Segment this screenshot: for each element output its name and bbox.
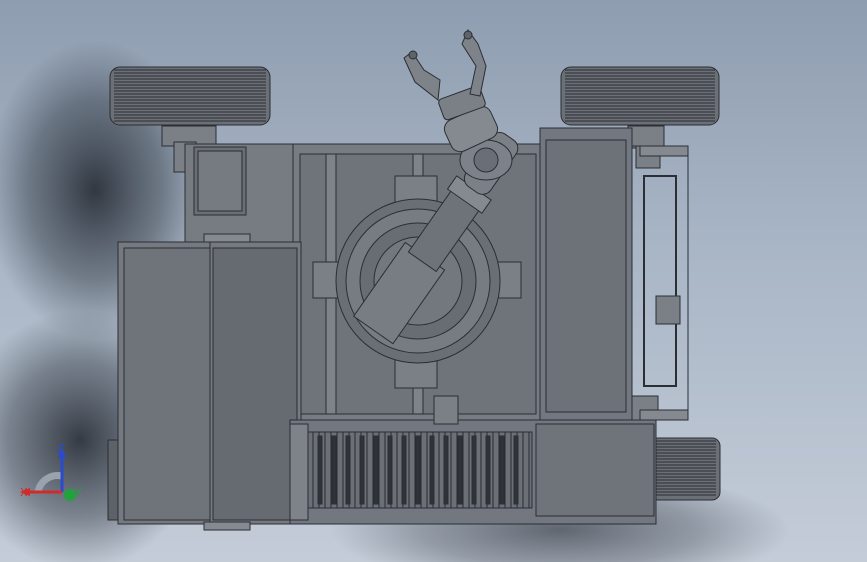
tread-slot [317,435,323,505]
front-left-wheel [109,66,271,126]
rear-right-wheel [649,437,721,501]
tread-slot [513,435,519,505]
triad-arc [34,472,63,493]
tread-slot [485,435,491,505]
cad-graphics-viewport[interactable]: Z X Y [0,0,867,562]
tread-slot [359,435,365,505]
tread-slot [345,435,351,505]
tread-slot [387,435,393,505]
front-right-wheel [560,66,720,126]
tread-slot [429,435,435,505]
tread-slot [457,435,463,505]
tread-slot [443,435,449,505]
x-axis-label: X [20,486,28,499]
right-cabinet [539,127,689,421]
tread-slot [471,435,477,505]
robot-vehicle-model[interactable] [0,0,867,562]
tread-slot [401,435,407,505]
orientation-triad: Z X Y [20,442,82,501]
tread-slot [331,435,337,505]
y-axis-label: Y [74,486,82,499]
tread-slot [415,435,421,505]
z-axis-label: Z [57,442,65,455]
tread-slot [373,435,379,505]
left-cargo-box [117,233,302,531]
tread-slot [499,435,505,505]
